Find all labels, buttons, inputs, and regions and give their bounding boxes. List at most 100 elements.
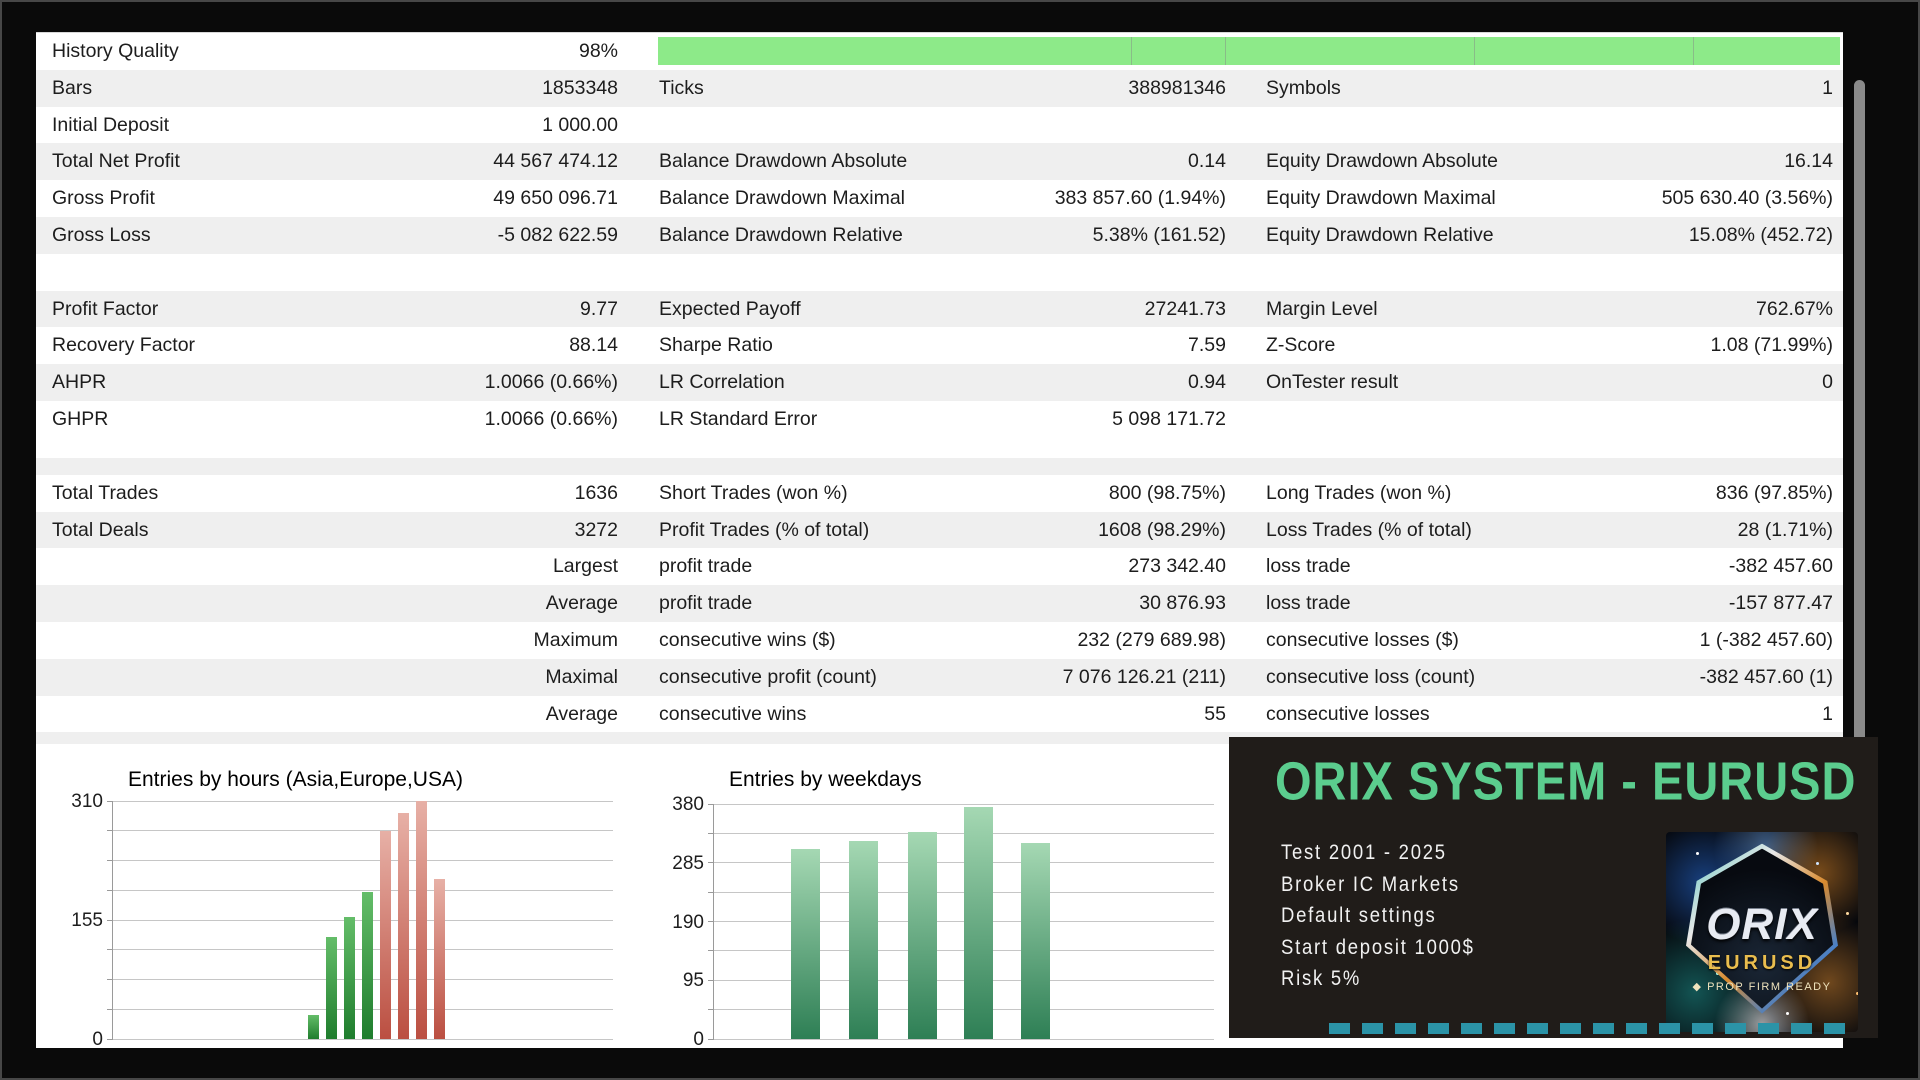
stat-value: 232 (279 689.98) — [1077, 628, 1226, 651]
stat-value: 1636 — [574, 481, 618, 504]
stat-value: -157 877.47 — [1728, 592, 1833, 615]
stat-value: Maximum — [533, 628, 618, 651]
stat-value: 27241.73 — [1144, 297, 1226, 320]
stat-value: -5 082 622.59 — [497, 223, 618, 246]
stat-value: 9.77 — [580, 297, 618, 320]
gridline — [113, 800, 613, 802]
chart-bar — [848, 841, 878, 1039]
stat-value: 0.94 — [1188, 371, 1226, 394]
stat-value: 98% — [578, 40, 618, 62]
table-row: Maximum consecutive wins ($) 232 (279 68… — [36, 621, 1843, 659]
stat-value: -382 457.60 — [1728, 555, 1833, 578]
stat-value: 1608 (98.29%) — [1098, 518, 1226, 541]
stat-value: Largest — [552, 555, 618, 578]
gridline — [714, 803, 1214, 805]
logo-tag: ◆ PROP FIRM READY — [1692, 981, 1832, 993]
chart-plot: 380 285 190 95 0 — [672, 795, 1214, 1048]
axis-tick — [708, 832, 714, 834]
y-axis-label: 0 — [693, 1029, 704, 1048]
dashed-divider — [1329, 1023, 1850, 1034]
gridline — [113, 889, 613, 891]
orix-logo: ORIX EURUSD ◆ PROP FIRM READY — [1666, 832, 1858, 1032]
axis-tick — [107, 1008, 113, 1010]
stat-value: 836 (97.85%) — [1715, 481, 1833, 504]
chart-bar — [325, 936, 337, 1039]
table-row: Largest profit trade 273 342.40 loss tra… — [36, 548, 1843, 586]
table-row: Gross Loss -5 082 622.59 Balance Drawdow… — [36, 216, 1843, 254]
chart-bar — [433, 878, 445, 1039]
stat-value: 15.08% (452.72) — [1688, 223, 1833, 246]
logo-name: ORIX — [1706, 900, 1818, 949]
entries-by-hours-chart: Entries by hours (Asia,Europe,USA) 310 15… — [71, 768, 613, 1048]
stat-value: 49 650 096.71 — [493, 187, 618, 210]
stat-value: 1 — [1822, 702, 1833, 725]
detail-line: Broker IC Markets — [1281, 872, 1460, 896]
logo-pair: EURUSD — [1707, 952, 1817, 974]
axis-tick — [107, 830, 113, 832]
stat-value: 1853348 — [542, 76, 618, 99]
stat-value: 55 — [1204, 702, 1226, 725]
detail-line: Start deposit 1000$ — [1281, 935, 1475, 959]
axis-tick — [107, 800, 113, 802]
quality-segment-divider — [1130, 37, 1132, 65]
stat-value: 0 — [1822, 371, 1833, 394]
stat-value: 1 — [1822, 76, 1833, 99]
table-row: Maximal consecutive profit (count) 7 076… — [36, 658, 1843, 696]
stat-value: 0.14 — [1188, 150, 1226, 173]
stat-value: 383 857.60 (1.94%) — [1054, 187, 1226, 210]
y-axis-label: 310 — [71, 791, 103, 812]
stat-value: 5.38% (161.52) — [1092, 223, 1226, 246]
stat-value: 273 342.40 — [1128, 555, 1226, 578]
axis-tick — [107, 979, 113, 980]
chart-bar — [415, 801, 427, 1039]
axis-tick — [708, 921, 714, 922]
stat-value: Average — [545, 702, 618, 725]
chart-bar — [361, 892, 373, 1039]
chart-plot: 310 155 0 — [71, 792, 613, 1048]
axis-tick — [708, 1009, 714, 1011]
axis-tick — [708, 979, 714, 981]
stat-value: 7.59 — [1188, 334, 1226, 357]
table-row: Average consecutive wins 55 consecutive … — [36, 695, 1843, 733]
axis-tick — [107, 1038, 113, 1040]
chart-bar — [791, 849, 820, 1039]
stat-value: 16.14 — [1784, 150, 1833, 173]
stat-value: 1.0066 (0.66%) — [484, 371, 618, 394]
stat-value: 1.0066 (0.66%) — [484, 407, 618, 430]
stat-value: -382 457.60 (1) — [1699, 665, 1833, 688]
detail-line: Default settings — [1281, 904, 1437, 927]
table-row: Bars 1853348 Ticks 388981346 Symbols 1 — [36, 69, 1843, 107]
y-axis-label: 190 — [672, 911, 704, 933]
table-row: Average profit trade 30 876.93 loss trad… — [36, 585, 1843, 622]
chart-bar — [343, 916, 355, 1039]
table-row: History Quality 98% — [36, 33, 1843, 70]
table-row: Initial Deposit 1 000.00 — [36, 106, 1843, 144]
chart-bar — [307, 1015, 319, 1039]
axis-tick — [708, 803, 714, 805]
chart-bar — [907, 831, 937, 1039]
quality-segment-divider — [1225, 37, 1227, 65]
axis-tick — [708, 891, 714, 893]
stat-value: 762.67% — [1756, 297, 1833, 320]
y-axis-label: 155 — [71, 910, 103, 931]
table-row: Gross Profit 49 650 096.71 Balance Drawd… — [36, 180, 1843, 217]
stat-value: 7 076 126.21 (211) — [1062, 665, 1226, 688]
chart-title: Entries by hours (Asia,Europe,USA) — [128, 768, 463, 791]
stat-value: 88.14 — [569, 334, 618, 357]
y-axis-label: 0 — [92, 1029, 103, 1048]
y-axis-label: 285 — [672, 852, 704, 874]
table-row: Recovery Factor 88.14 Sharpe Ratio 7.59 … — [36, 327, 1843, 365]
gridline — [113, 830, 613, 832]
axis-tick — [107, 919, 113, 921]
table-row: AHPR 1.0066 (0.66%) LR Correlation 0.94 … — [36, 364, 1843, 401]
stat-value: 44 567 474.12 — [493, 150, 618, 173]
detail-line: Risk 5% — [1281, 967, 1362, 990]
stat-value: 388981346 — [1128, 76, 1226, 99]
quality-segment-divider — [1693, 37, 1695, 65]
orix-branding-panel: ORIX SYSTEM - EURUSD Test 2001 - 2025 Bro… — [1229, 737, 1878, 1038]
stat-value: 3272 — [574, 518, 618, 541]
chart-bar — [1020, 842, 1050, 1039]
axis-tick — [107, 860, 113, 861]
stat-value: 28 (1.71%) — [1737, 518, 1833, 541]
stat-value: 1 (-382 457.60) — [1699, 628, 1833, 651]
